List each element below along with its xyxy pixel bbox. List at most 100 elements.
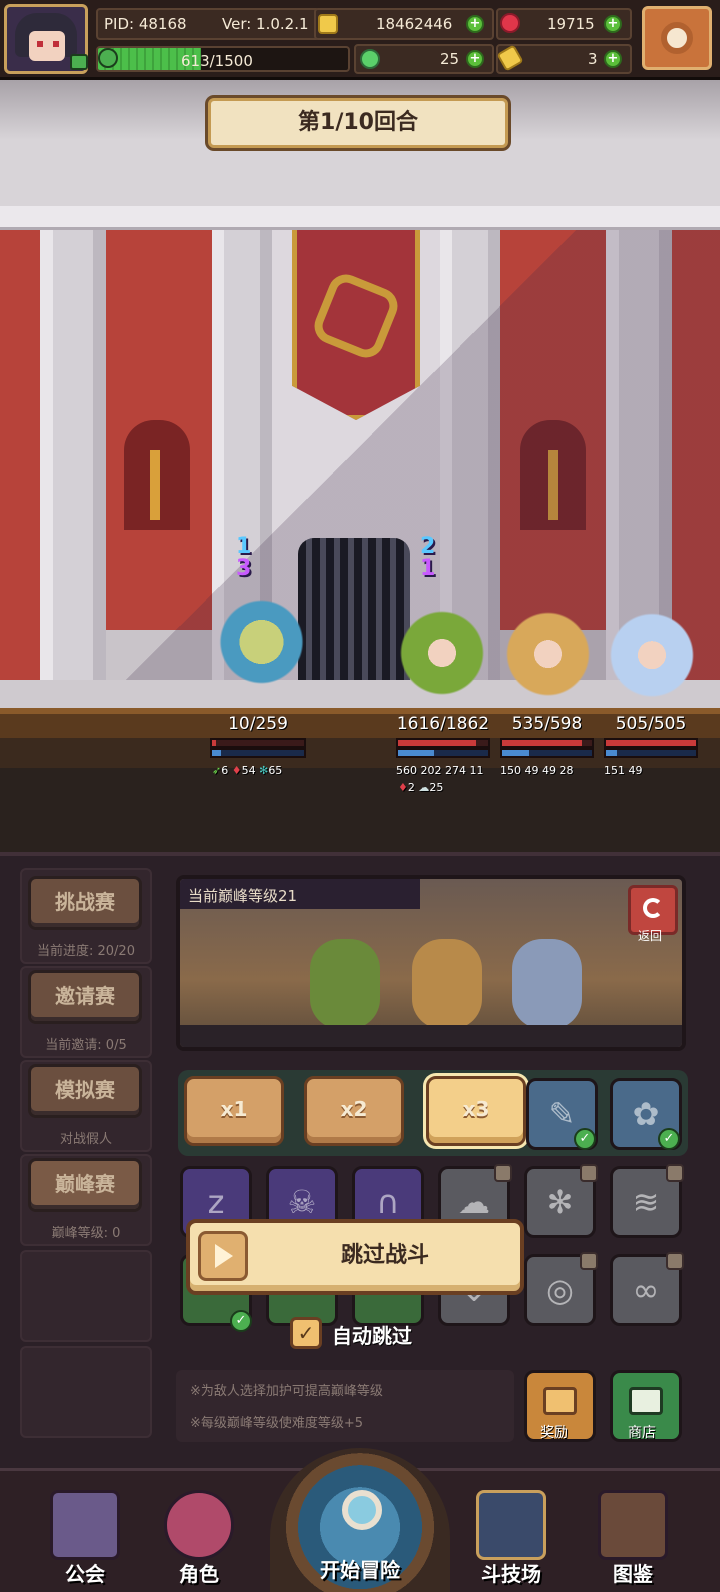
stat-value: 202 <box>420 764 442 777</box>
lion-hero[interactable] <box>500 610 596 708</box>
buff-top: 1 <box>236 534 252 559</box>
challenge-button[interactable]: 挑战赛 <box>28 876 142 930</box>
hp-bar-fill <box>606 740 696 746</box>
mana-bar-fill <box>502 750 529 756</box>
tips-box: ※为敌人选择加护可提高巅峰等级 ※每级巅峰等级使难度等级+5 <box>176 1370 514 1442</box>
fast-forward-icon <box>198 1231 248 1281</box>
invitation-progress: 当前邀请: 0/5 <box>45 1038 127 1053</box>
stat-value: 6 <box>221 764 229 777</box>
nav-guild[interactable]: 公会 <box>30 1470 140 1590</box>
mana-bar <box>396 748 490 758</box>
version-text: Ver: 1.0.2.1 <box>222 15 309 33</box>
add-clover-icon[interactable]: + <box>466 50 484 68</box>
fire-icon: ♦ <box>231 764 242 777</box>
ruby-gem-icon <box>500 13 520 33</box>
stat-value: 49 <box>542 764 556 777</box>
add-gem-icon[interactable]: + <box>604 15 622 33</box>
peak-level-title: 当前巅峰等级21 <box>188 887 298 905</box>
avatar-eye <box>53 41 59 47</box>
speed-x3-button[interactable]: x3 <box>426 1076 526 1146</box>
clover-icon <box>360 49 380 69</box>
lock-icon <box>494 1164 512 1182</box>
gem-amount: 19715 <box>547 15 595 33</box>
hp-bar <box>500 738 594 748</box>
stat-value: 151 <box>604 764 625 777</box>
hero-hp-block: 535/598 150 49 49 28 <box>500 714 594 777</box>
shop-icon <box>629 1387 663 1415</box>
invitation-label: 邀请赛 <box>55 984 115 1008</box>
lock-icon <box>666 1164 684 1182</box>
lock-icon <box>580 1252 598 1270</box>
auto-skip-checkbox[interactable]: ✓ <box>290 1317 322 1349</box>
mana-bar-fill <box>606 750 617 756</box>
simulation-button[interactable]: 模拟赛 <box>28 1064 142 1118</box>
opponent-preview: 当前巅峰等级21 返回 <box>176 875 686 1051</box>
nav-codex-label: 图鉴 <box>613 1562 653 1586</box>
peak-button[interactable]: 巅峰赛 <box>28 1158 142 1212</box>
challenge-label: 挑战赛 <box>55 890 115 914</box>
stat-row: ➶6 ♦54 ✻65 <box>210 764 306 777</box>
stat-value: 11 <box>469 764 484 777</box>
nav-guild-label: 公会 <box>65 1562 105 1586</box>
nav-arena[interactable]: 斗技场 <box>456 1470 566 1590</box>
add-gold-icon[interactable]: + <box>466 15 484 33</box>
nav-codex[interactable]: 图鉴 <box>578 1470 688 1590</box>
exp-plus-icon <box>98 48 118 68</box>
mana-bar <box>210 748 306 758</box>
temple-ledge <box>0 206 720 230</box>
stat-value: 2 <box>407 781 415 794</box>
chest-icon <box>543 1387 577 1415</box>
gear-icon <box>661 22 693 54</box>
opponent-sprite <box>310 939 380 1029</box>
nav-arena-label: 斗技场 <box>481 1562 541 1586</box>
mana-bar <box>500 748 594 758</box>
return-icon <box>643 898 663 918</box>
sidebar-empty <box>20 1346 152 1438</box>
nav-character[interactable]: 角色 <box>144 1470 254 1590</box>
lock-icon <box>666 1252 684 1270</box>
add-ticket-icon[interactable]: + <box>604 50 622 68</box>
round-text: 第1/10回合 <box>298 110 418 135</box>
avatar-face <box>29 31 65 61</box>
stat-value: 49 <box>524 764 539 777</box>
back-label: 返回 <box>638 929 663 943</box>
book-icon <box>598 1490 668 1560</box>
hp-text: 505/505 <box>615 714 687 734</box>
player-id: PID: 48168 <box>104 15 187 33</box>
shop-label: 商店 <box>628 1425 656 1441</box>
tip-text: ※为敌人选择加护可提高巅峰等级 <box>190 1384 383 1399</box>
exp-text: 613/1500 <box>181 52 253 70</box>
simulation-label: 模拟赛 <box>55 1078 115 1102</box>
speed-label: x1 <box>220 1097 248 1121</box>
invitation-button[interactable]: 邀请赛 <box>28 970 142 1024</box>
skip-battle-button[interactable]: 跳过战斗 <box>186 1219 524 1295</box>
buff-bottom: 1 <box>420 556 436 581</box>
preview-floor <box>180 1025 682 1047</box>
castle-icon <box>50 1490 120 1560</box>
knight-hero[interactable] <box>212 598 322 708</box>
hero-hp-block: 10/259 ➶6 ♦54 ✻65 <box>210 714 306 777</box>
stat-value: 25 <box>429 781 444 794</box>
hero-hp-block: 1616/1862 560 202 274 11 ♦2 ☁25 <box>396 714 490 794</box>
hp-text: 1616/1862 <box>396 714 490 734</box>
lock-icon <box>580 1164 598 1182</box>
check-icon: ✓ <box>230 1310 252 1332</box>
speed-x2-button[interactable]: x2 <box>304 1076 404 1146</box>
hp-bar <box>396 738 490 748</box>
nav-character-label: 角色 <box>179 1562 219 1586</box>
gold-coin-icon <box>318 14 338 34</box>
buff-bottom: 3 <box>236 556 252 581</box>
mana-bar-fill <box>398 750 434 756</box>
speed-x1-button[interactable]: x1 <box>184 1076 284 1146</box>
stat-value: 54 <box>241 764 256 777</box>
hp-bar <box>210 738 306 748</box>
nav-adventure-label: 开始冒险 <box>320 1558 400 1582</box>
settings-button[interactable] <box>642 6 712 70</box>
ice-hero[interactable] <box>604 612 700 708</box>
crossed-swords-icon <box>476 1490 546 1560</box>
hp-bar <box>604 738 698 748</box>
hp-bar-fill <box>398 740 477 746</box>
dryad-hero[interactable] <box>392 608 492 708</box>
buff-counter: 1 3 <box>236 536 288 580</box>
character-icon <box>164 1490 234 1560</box>
